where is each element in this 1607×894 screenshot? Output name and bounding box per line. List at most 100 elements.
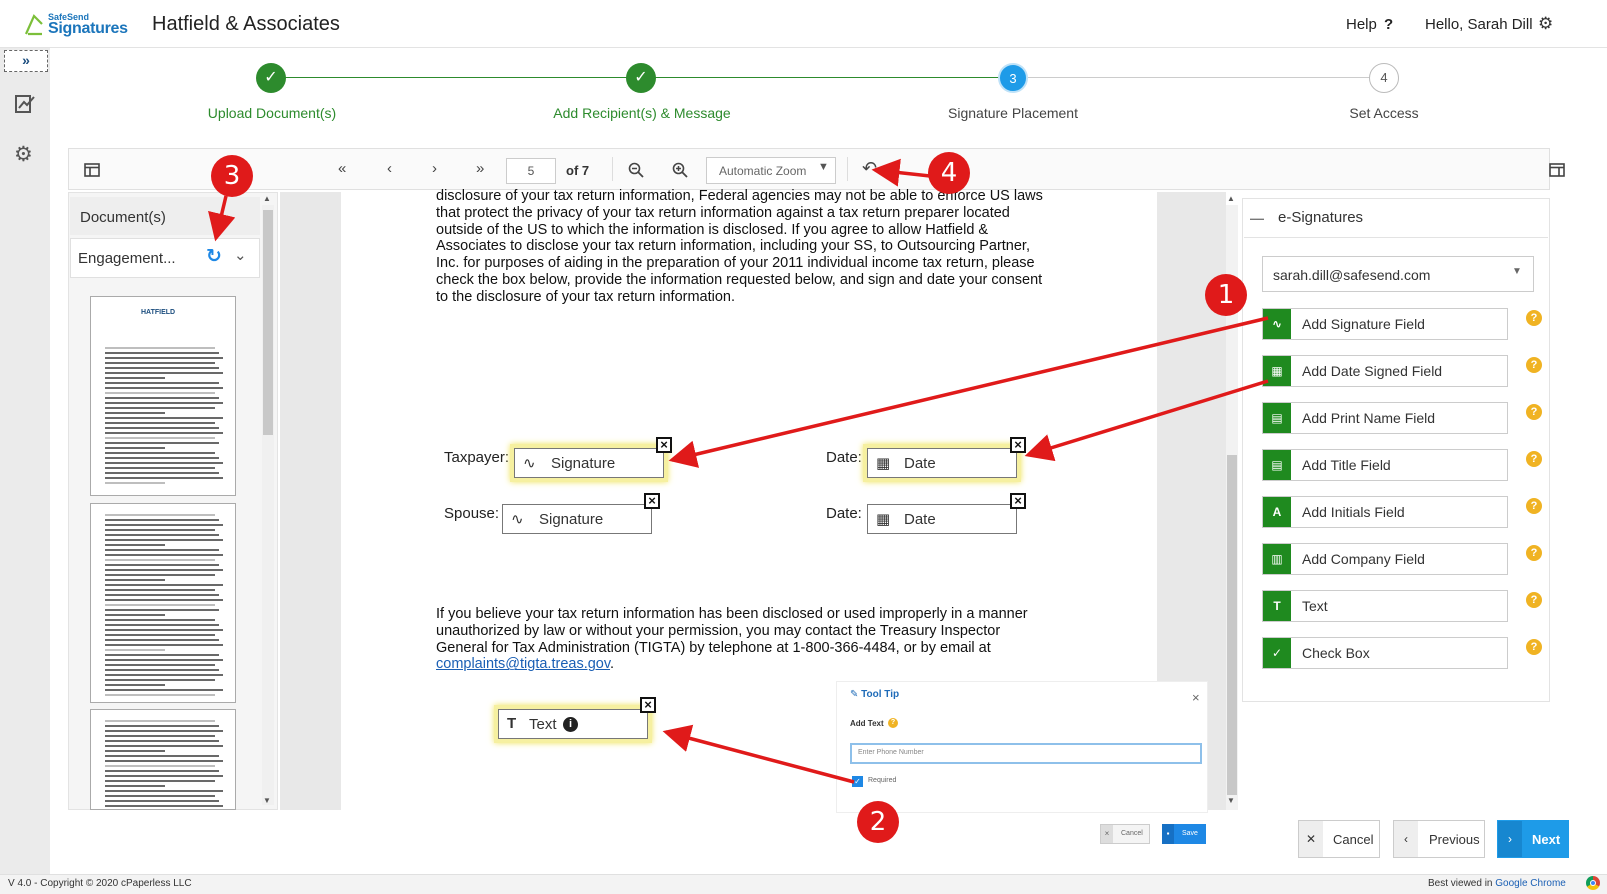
- page-number-input[interactable]: 5: [506, 158, 556, 184]
- page-thumbnail[interactable]: [90, 709, 236, 810]
- scroll-up-icon[interactable]: ▲: [1227, 194, 1235, 203]
- previous-page-icon[interactable]: ‹: [387, 160, 392, 177]
- tool-button-label: Add Initials Field: [1302, 504, 1405, 520]
- tool-button[interactable]: A Add Initials Field: [1262, 496, 1508, 528]
- chevron-down-icon[interactable]: ▼: [1512, 266, 1522, 277]
- help-icon[interactable]: ?: [1526, 545, 1542, 561]
- zoom-in-icon[interactable]: [672, 162, 688, 178]
- chevron-down-icon[interactable]: ⌄: [234, 246, 247, 264]
- browser-link[interactable]: Google Chrome: [1495, 878, 1566, 889]
- help-link[interactable]: Help: [1346, 16, 1377, 33]
- zoom-out-icon[interactable]: [628, 162, 644, 178]
- page-thumbnail[interactable]: HATFIELD: [90, 296, 236, 496]
- thumbnail-text-line: [105, 730, 223, 732]
- firm-name: Hatfield & Associates: [152, 13, 340, 35]
- remove-field-icon[interactable]: ×: [656, 437, 672, 453]
- next-button[interactable]: › Next: [1497, 820, 1569, 858]
- taxpayer-date-field[interactable]: ▦ Date: [867, 448, 1017, 478]
- scroll-down-icon[interactable]: ▼: [1227, 796, 1235, 805]
- last-page-icon[interactable]: »: [476, 160, 484, 177]
- tooltip-cancel-button[interactable]: × Cancel: [1100, 824, 1150, 844]
- next-page-icon[interactable]: ›: [432, 160, 437, 177]
- undo-icon[interactable]: ↶: [862, 158, 877, 179]
- step-2-circle[interactable]: ✓: [626, 63, 656, 93]
- collapse-icon[interactable]: —: [1250, 210, 1264, 226]
- viewer-scrollbar-thumb[interactable]: [1227, 455, 1237, 795]
- thumbnail-text-line: [105, 347, 215, 349]
- spouse-signature-field[interactable]: ∿ Signature: [502, 504, 652, 534]
- info-icon[interactable]: i: [563, 717, 578, 732]
- step-4-label[interactable]: Set Access: [1264, 105, 1504, 121]
- spouse-date-field[interactable]: ▦ Date: [867, 504, 1017, 534]
- help-icon[interactable]: ?: [1526, 639, 1542, 655]
- help-icon[interactable]: ?: [888, 718, 898, 728]
- scroll-up-icon[interactable]: ▲: [263, 194, 271, 203]
- tool-button[interactable]: ▦ Add Date Signed Field: [1262, 355, 1508, 387]
- thumbnail-text-line: [105, 609, 219, 611]
- user-greeting[interactable]: Hello, Sarah Dill: [1425, 16, 1533, 33]
- help-icon[interactable]: ?: [1526, 498, 1542, 514]
- step-3-label[interactable]: Signature Placement: [893, 105, 1133, 121]
- footer: [0, 874, 1607, 894]
- previous-button[interactable]: ‹ Previous: [1393, 820, 1485, 858]
- tool-button[interactable]: ∿ Add Signature Field: [1262, 308, 1508, 340]
- taxpayer-signature-field[interactable]: ∿ Signature: [514, 448, 664, 478]
- text-field[interactable]: T Text i: [498, 709, 648, 739]
- email-link[interactable]: complaints@tigta.treas.gov: [436, 656, 610, 672]
- step-1-circle[interactable]: ✓: [256, 63, 286, 93]
- close-icon[interactable]: ×: [1192, 690, 1200, 705]
- thumbnail-text-line: [105, 654, 219, 656]
- step-4-circle[interactable]: 4: [1369, 63, 1399, 93]
- toggle-panel-icon[interactable]: [1549, 163, 1565, 177]
- text-line: that protect the privacy of your tax ret…: [436, 204, 1010, 221]
- tool-button[interactable]: ▥ Add Company Field: [1262, 543, 1508, 575]
- sign-document-icon[interactable]: [14, 93, 36, 115]
- zoom-select[interactable]: Automatic Zoom: [706, 157, 836, 184]
- step-connector: [655, 77, 1011, 78]
- remove-field-icon[interactable]: ×: [1010, 493, 1026, 509]
- remove-field-icon[interactable]: ×: [644, 493, 660, 509]
- help-icon[interactable]: ?: [1526, 592, 1542, 608]
- chevron-right-icon: ›: [1498, 821, 1522, 857]
- field-label: Signature: [551, 455, 616, 472]
- toggle-sidebar-icon[interactable]: [84, 163, 100, 177]
- tool-button[interactable]: ▤ Add Title Field: [1262, 449, 1508, 481]
- expand-sidebar-button[interactable]: »: [4, 50, 48, 72]
- first-page-icon[interactable]: «: [338, 160, 346, 177]
- thumbnail-text-line: [105, 805, 223, 807]
- recipient-select[interactable]: sarah.dill@safesend.com: [1262, 256, 1534, 292]
- gear-icon[interactable]: ⚙: [1538, 14, 1553, 34]
- help-icon[interactable]: ?: [1526, 404, 1542, 420]
- tooltip-text-input[interactable]: Enter Phone Number: [850, 743, 1202, 764]
- required-checkbox[interactable]: ✓: [852, 776, 863, 787]
- refresh-icon[interactable]: ↻: [206, 245, 222, 268]
- question-icon[interactable]: ?: [1384, 16, 1393, 33]
- tooltip-save-button[interactable]: ▪ Save: [1162, 824, 1206, 844]
- thumbnail-scrollbar-thumb[interactable]: [263, 210, 273, 435]
- help-icon[interactable]: ?: [1526, 451, 1542, 467]
- date-label: Date:: [826, 505, 862, 522]
- tool-button[interactable]: ▤ Add Print Name Field: [1262, 402, 1508, 434]
- thumbnail-text-line: [105, 725, 219, 727]
- tool-button[interactable]: T Text: [1262, 590, 1508, 622]
- thumbnail-text-line: [105, 694, 215, 696]
- thumbnail-text-line: [105, 684, 165, 686]
- page-thumbnail[interactable]: [90, 503, 236, 703]
- step-2-label[interactable]: Add Recipient(s) & Message: [522, 105, 762, 121]
- help-icon[interactable]: ?: [1526, 357, 1542, 373]
- calendar-icon: ▦: [876, 455, 891, 472]
- help-icon[interactable]: ?: [1526, 310, 1542, 326]
- chevron-down-icon[interactable]: ▼: [818, 161, 829, 173]
- thumbnail-text-line: [105, 629, 223, 631]
- settings-icon[interactable]: ⚙: [14, 142, 33, 167]
- cancel-button[interactable]: ✕ Cancel: [1298, 820, 1380, 858]
- remove-field-icon[interactable]: ×: [640, 697, 656, 713]
- step-3-circle[interactable]: 3: [998, 63, 1028, 93]
- step-1-label[interactable]: Upload Document(s): [152, 105, 392, 121]
- tool-button[interactable]: ✓ Check Box: [1262, 637, 1508, 669]
- annotation-badge-3: 3: [211, 155, 253, 197]
- thumbnail-text-line: [105, 775, 223, 777]
- remove-field-icon[interactable]: ×: [1010, 437, 1026, 453]
- scroll-down-icon[interactable]: ▼: [263, 796, 271, 805]
- document-name[interactable]: Engagement...: [78, 250, 176, 267]
